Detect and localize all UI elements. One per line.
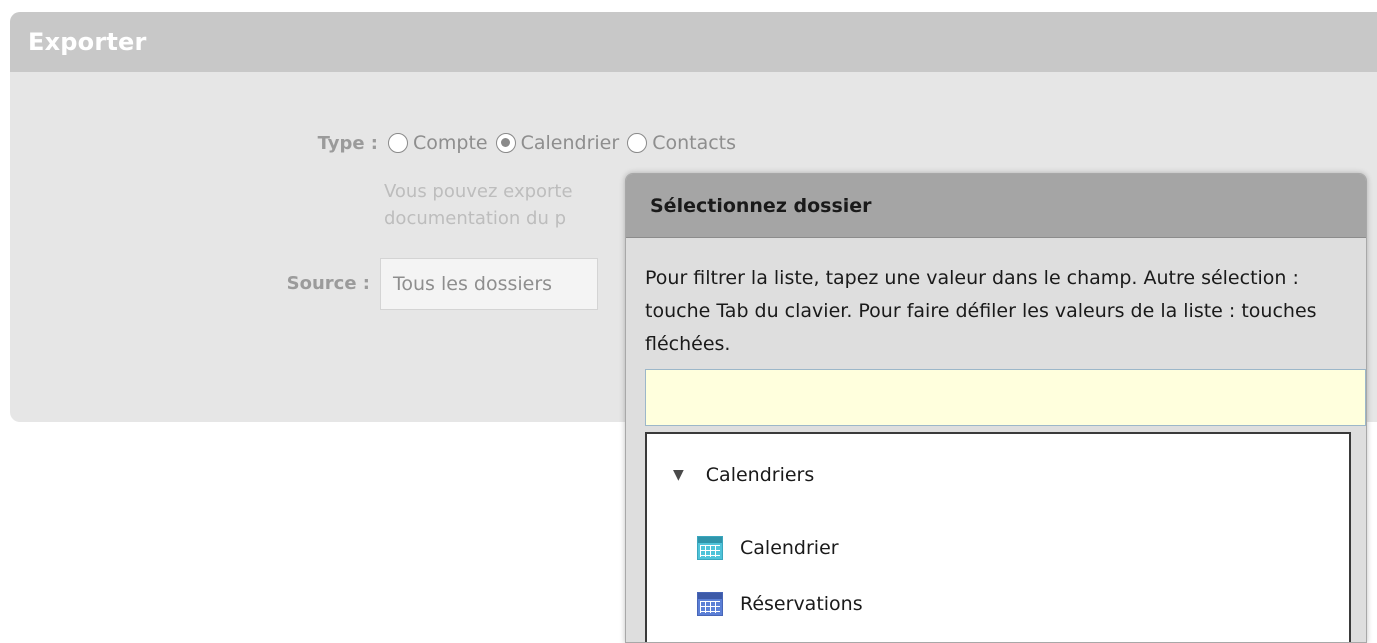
calendar-icon xyxy=(697,592,723,616)
radio-option-compte[interactable]: Compte xyxy=(388,132,488,154)
help-line-2: documentation du p xyxy=(384,208,567,229)
tree-item-calendrier[interactable]: Calendrier xyxy=(697,536,839,560)
tree-node-label: Calendriers xyxy=(705,464,815,486)
dialog-header: Sélectionnez dossier xyxy=(626,174,1366,238)
panel-header: Exporter xyxy=(10,12,1377,72)
export-help-text: Vous pouvez exporte documentation du p xyxy=(384,178,624,232)
tree-item-reservations[interactable]: Réservations xyxy=(697,592,863,616)
tree-node-calendriers[interactable]: ▼ Calendriers xyxy=(673,464,814,486)
folder-tree: ▼ Calendriers Calendrier Réservations xyxy=(645,432,1351,642)
source-label: Source : xyxy=(286,273,370,294)
top-strip xyxy=(0,0,1377,10)
radio-compte[interactable] xyxy=(388,133,408,153)
panel-title: Exporter xyxy=(28,28,147,56)
radio-contacts[interactable] xyxy=(627,133,648,153)
tree-item-label: Calendrier xyxy=(740,537,839,559)
radio-option-calendrier[interactable]: Calendrier xyxy=(495,132,620,154)
expand-triangle-icon[interactable]: ▼ xyxy=(673,467,684,483)
radio-label-contacts: Contacts xyxy=(652,132,737,154)
folder-filter-input[interactable] xyxy=(645,369,1366,426)
radio-label-compte: Compte xyxy=(413,132,488,154)
type-label: Type : xyxy=(317,133,378,154)
calendar-icon xyxy=(697,536,723,560)
type-radio-group: Compte Calendrier Contacts xyxy=(388,132,744,154)
source-folder-button[interactable]: Tous les dossiers xyxy=(380,258,598,310)
dialog-instructions: Pour filtrer la liste, tapez une valeur … xyxy=(645,267,1317,355)
radio-label-calendrier: Calendrier xyxy=(520,132,620,154)
help-line-1: Vous pouvez exporte xyxy=(384,181,573,202)
radio-calendrier[interactable] xyxy=(495,133,516,153)
select-folder-dialog: Sélectionnez dossier Pour filtrer la lis… xyxy=(625,173,1367,643)
tree-item-label: Réservations xyxy=(740,593,863,615)
dialog-title: Sélectionnez dossier xyxy=(650,194,872,217)
radio-option-contacts[interactable]: Contacts xyxy=(627,132,736,154)
